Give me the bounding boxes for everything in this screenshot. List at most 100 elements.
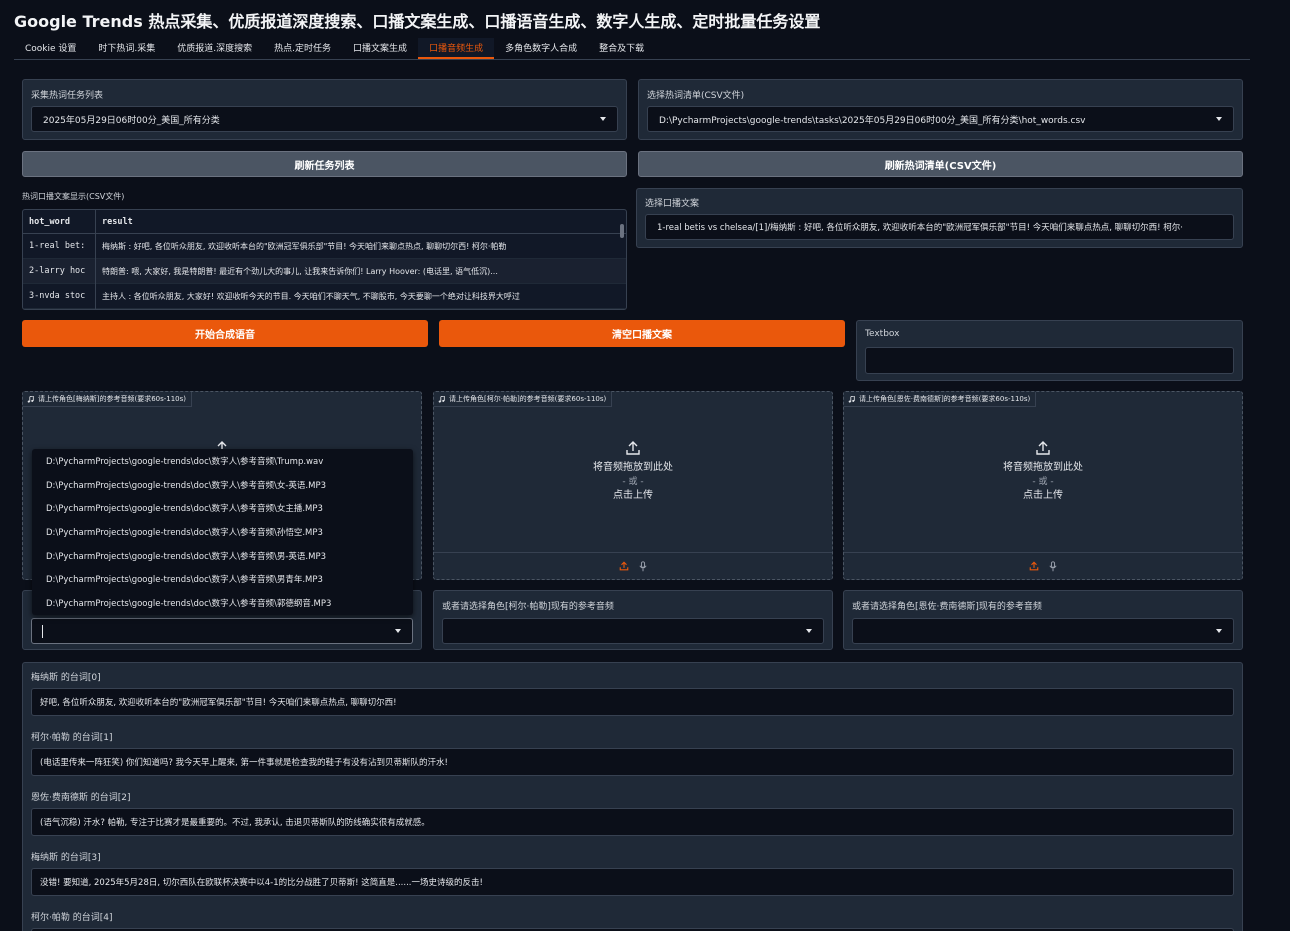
table-row[interactable]: 2-larry hoc 特朗普: 喂, 大家好, 我是特朗普! 最近有个劲儿大的事… bbox=[23, 258, 626, 284]
task-list-label: 采集热词任务列表 bbox=[31, 91, 104, 101]
script-select-panel: 选择口播文案 1-real betis vs chelsea/[1]/梅纳斯 :… bbox=[636, 188, 1243, 248]
script-select-label: 选择口播文案 bbox=[645, 199, 700, 209]
upload-label: 请上传角色[柯尔·帕勒]的参考音频(要求60s-110s) bbox=[434, 392, 613, 407]
hot-csv-dropdown[interactable]: D:\PycharmProjects\google-trends\tasks\2… bbox=[647, 106, 1234, 132]
drop-zone[interactable]: 将音频拖放到此处 - 或 - 点击上传 bbox=[434, 440, 832, 504]
chevron-down-icon bbox=[600, 117, 606, 121]
table-row[interactable]: 1-real bet: 梅纳斯 : 好吧, 各位听众朋友, 欢迎收听本台的"欧洲冠… bbox=[23, 233, 626, 259]
tab-4[interactable]: 口播文案生成 bbox=[342, 38, 418, 59]
microphone-icon[interactable] bbox=[639, 560, 647, 572]
task-list-value: 2025年05月29日06时00分_美国_所有分类 bbox=[43, 115, 220, 126]
upload-label-text: 请上传角色[柯尔·帕勒]的参考音频(要求60s-110s) bbox=[449, 395, 607, 403]
drop-zone[interactable]: 将音频拖放到此处 - 或 - 点击上传 bbox=[844, 440, 1242, 504]
refresh-csv-button[interactable]: 刷新热词清单(CSV文件) bbox=[638, 151, 1243, 177]
line-text-field[interactable]: 没错! 要知道, 2025年5月28日, 切尔西队在欧联杯决赛中以4-1的比分战… bbox=[31, 868, 1234, 896]
drop-text: 将音频拖放到此处 bbox=[1003, 462, 1083, 473]
existing-audio-dropdown[interactable] bbox=[31, 618, 413, 644]
upload-label: 请上传角色[恩佐·费南德斯]的参考音频(要求60s-110s) bbox=[844, 392, 1037, 407]
tab-3[interactable]: 热点.定时任务 bbox=[263, 38, 342, 59]
textbox-input[interactable] bbox=[865, 347, 1234, 374]
column-header-result: result bbox=[95, 210, 133, 234]
upload-label: 请上传角色[梅纳斯]的参考音频(要求60s-110s) bbox=[23, 392, 193, 407]
audio-option[interactable]: D:\PycharmProjects\google-trends\doc\数字人… bbox=[32, 473, 413, 497]
line-text-field[interactable]: (语气沉稳) 汗水? 帕勒, 专注于比赛才是最重要的。不过, 我承认, 击退贝蒂… bbox=[31, 808, 1234, 836]
audio-option[interactable]: D:\PycharmProjects\google-trends\doc\数字人… bbox=[32, 567, 413, 591]
refresh-tasks-button[interactable]: 刷新任务列表 bbox=[22, 151, 627, 177]
table-scrollbar[interactable] bbox=[620, 224, 624, 238]
existing-audio-label: 或者请选择角色[柯尔·帕勒]现有的参考音频 bbox=[442, 602, 614, 612]
audio-upload-2[interactable]: 请上传角色[恩佐·费南德斯]的参考音频(要求60s-110s) 将音频拖放到此处… bbox=[843, 391, 1243, 580]
table-cell-result: 梅纳斯 : 好吧, 各位听众朋友, 欢迎收听本台的"欧洲冠军俱乐部"节目! 今天… bbox=[95, 233, 626, 259]
script-select-dropdown[interactable]: 1-real betis vs chelsea/[1]/梅纳斯 : 好吧, 各位… bbox=[645, 214, 1234, 240]
microphone-icon[interactable] bbox=[1049, 560, 1057, 572]
hot-csv-value: D:\PycharmProjects\google-trends\tasks\2… bbox=[659, 115, 1086, 126]
tab-7[interactable]: 整合及下载 bbox=[588, 38, 655, 59]
table-cell-result: 主持人 : 各位听众朋友, 大家好! 欢迎收听今天的节目. 今天咱们不聊天气, … bbox=[95, 283, 626, 309]
textbox-panel: Textbox bbox=[856, 320, 1243, 381]
chevron-down-icon bbox=[395, 629, 401, 633]
table-cell-hot-word: 3-nvda stoc bbox=[29, 291, 86, 301]
music-icon bbox=[438, 395, 445, 403]
upload-icon bbox=[844, 440, 1242, 456]
clear-script-button[interactable]: 清空口播文案 bbox=[439, 320, 845, 347]
table-cell-hot-word: 2-larry hoc bbox=[29, 266, 86, 276]
task-list-panel: 采集热词任务列表 2025年05月29日06时00分_美国_所有分类 bbox=[22, 79, 627, 140]
textbox-label: Textbox bbox=[865, 329, 900, 339]
existing-audio-panel-1: 或者请选择角色[柯尔·帕勒]现有的参考音频 bbox=[433, 590, 833, 650]
upload-icon[interactable] bbox=[1029, 561, 1039, 571]
music-icon bbox=[848, 395, 855, 403]
audio-option[interactable]: D:\PycharmProjects\google-trends\doc\数字人… bbox=[32, 496, 413, 520]
script-table-label: 热词口播文案显示(CSV文件) bbox=[22, 192, 125, 201]
audio-option[interactable]: D:\PycharmProjects\google-trends\doc\数字人… bbox=[32, 591, 413, 615]
line-text-field[interactable]: (电话里传来一阵狂笑) 你们知道吗? 我今天早上醒来, 第一件事就是检查我的鞋子… bbox=[31, 748, 1234, 776]
line-text-field[interactable]: 好吧, 各位听众朋友, 欢迎收听本台的"欧洲冠军俱乐部"节目! 今天咱们来聊点热… bbox=[31, 688, 1234, 716]
table-header: hot_word result bbox=[23, 210, 626, 234]
tab-0[interactable]: Cookie 设置 bbox=[14, 38, 87, 59]
tab-bar: Cookie 设置 时下热词.采集 优质报道.深度搜索 热点.定时任务 口播文案生成 口播… bbox=[14, 38, 1250, 60]
line-label: 柯尔·帕勒 的台词[4] bbox=[31, 913, 113, 923]
text-cursor bbox=[42, 625, 43, 638]
chevron-down-icon bbox=[1216, 629, 1222, 633]
existing-audio-label: 或者请选择角色[恩佐·费南德斯]现有的参考音频 bbox=[852, 602, 1042, 612]
audio-option[interactable]: D:\PycharmProjects\google-trends\doc\数字人… bbox=[32, 449, 413, 473]
hot-csv-panel: 选择热词清单(CSV文件) D:\PycharmProjects\google-… bbox=[638, 79, 1243, 140]
lines-panel: 梅纳斯 的台词[0] 好吧, 各位听众朋友, 欢迎收听本台的"欧洲冠军俱乐部"节目… bbox=[22, 662, 1243, 931]
existing-audio-dropdown[interactable] bbox=[442, 618, 824, 644]
chevron-down-icon bbox=[1216, 117, 1222, 121]
click-upload-text: 点击上传 bbox=[613, 490, 653, 501]
script-select-value: 1-real betis vs chelsea/[1]/梅纳斯 : 好吧, 各位… bbox=[657, 223, 1183, 233]
line-label: 梅纳斯 的台词[3] bbox=[31, 853, 101, 863]
audio-option[interactable]: D:\PycharmProjects\google-trends\doc\数字人… bbox=[32, 544, 413, 568]
line-label: 恩佐·费南德斯 的台词[2] bbox=[31, 793, 131, 803]
script-table[interactable]: hot_word result 1-real bet: 梅纳斯 : 好吧, 各位听… bbox=[22, 209, 627, 310]
tab-1[interactable]: 时下热词.采集 bbox=[87, 38, 166, 59]
chevron-down-icon bbox=[806, 629, 812, 633]
task-list-dropdown[interactable]: 2025年05月29日06时00分_美国_所有分类 bbox=[31, 106, 618, 132]
line-label: 柯尔·帕勒 的台词[1] bbox=[31, 733, 113, 743]
audio-upload-1[interactable]: 请上传角色[柯尔·帕勒]的参考音频(要求60s-110s) 将音频拖放到此处 -… bbox=[433, 391, 833, 580]
tab-5[interactable]: 口播音频生成 bbox=[418, 38, 495, 59]
upload-label-text: 请上传角色[梅纳斯]的参考音频(要求60s-110s) bbox=[38, 395, 187, 403]
click-upload-text: 点击上传 bbox=[1023, 490, 1063, 501]
music-icon bbox=[27, 395, 34, 403]
audio-options-menu: D:\PycharmProjects\google-trends\doc\数字人… bbox=[32, 449, 413, 615]
upload-icon[interactable] bbox=[619, 561, 629, 571]
upload-label-text: 请上传角色[恩佐·费南德斯]的参考音频(要求60s-110s) bbox=[859, 395, 1031, 403]
table-cell-result: 特朗普: 喂, 大家好, 我是特朗普! 最近有个劲儿大的事儿, 让我来告诉你们!… bbox=[95, 258, 626, 284]
start-tts-button[interactable]: 开始合成语音 bbox=[22, 320, 428, 347]
hot-csv-label: 选择热词清单(CSV文件) bbox=[647, 91, 745, 101]
app-title: Google Trends 热点采集、优质报道深度搜索、口播文案生成、口播语音生… bbox=[14, 12, 821, 31]
upload-footer bbox=[434, 552, 832, 579]
existing-audio-panel-2: 或者请选择角色[恩佐·费南德斯]现有的参考音频 bbox=[843, 590, 1243, 650]
tab-2[interactable]: 优质报道.深度搜索 bbox=[166, 38, 263, 59]
upload-icon bbox=[434, 440, 832, 456]
drop-text: 将音频拖放到此处 bbox=[593, 462, 673, 473]
table-cell-hot-word: 1-real bet: bbox=[29, 241, 86, 251]
line-label: 梅纳斯 的台词[0] bbox=[31, 673, 101, 683]
or-text: - 或 - bbox=[1032, 477, 1054, 487]
audio-option[interactable]: D:\PycharmProjects\google-trends\doc\数字人… bbox=[32, 520, 413, 544]
existing-audio-dropdown[interactable] bbox=[852, 618, 1234, 644]
column-header-hot-word: hot_word bbox=[29, 216, 70, 227]
tab-6[interactable]: 多角色数字人合成 bbox=[494, 38, 588, 59]
table-row[interactable]: 3-nvda stoc 主持人 : 各位听众朋友, 大家好! 欢迎收听今天的节目.… bbox=[23, 283, 626, 309]
